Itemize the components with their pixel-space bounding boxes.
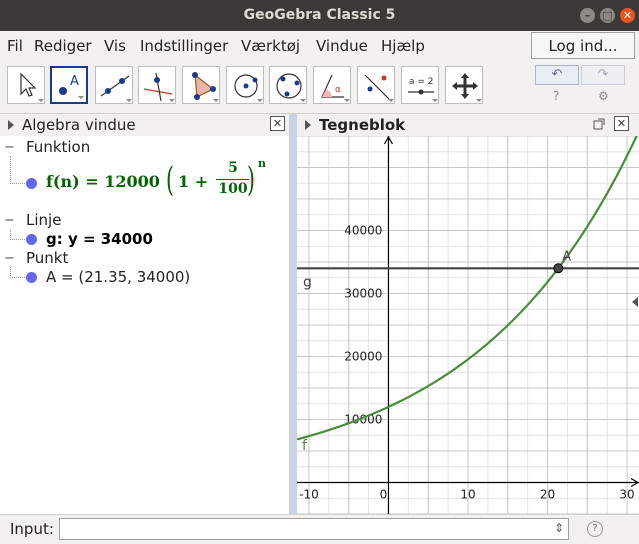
menu-rediger[interactable]: Rediger <box>34 37 92 55</box>
login-button[interactable]: Log ind... <box>531 32 635 59</box>
collapse-punkt-icon[interactable]: − <box>4 251 15 266</box>
graphics-view[interactable]: -10 0 10 20 30 10000 20000 30000 40000 f g A <box>297 136 639 514</box>
collapse-funktion-icon[interactable]: − <box>4 140 15 155</box>
menu-hjaelp[interactable]: Hjælp <box>381 37 425 55</box>
maximize-button[interactable]: □ <box>600 8 615 23</box>
side-panel-arrow-icon[interactable] <box>631 296 639 308</box>
x-tick-label: 20 <box>540 488 555 502</box>
tree-connector <box>10 267 25 278</box>
input-help-icon[interactable]: ? <box>587 521 603 537</box>
x-tick-label: -10 <box>299 488 319 502</box>
move-arrows-icon <box>452 73 482 102</box>
y-tick-label: 10000 <box>344 413 382 427</box>
window-titlebar: GeoGebra Classic 5 – □ ✕ <box>0 0 639 31</box>
collapse-arrow-icon[interactable] <box>303 119 313 131</box>
collapse-arrow-icon[interactable] <box>6 119 16 131</box>
algebra-item-g[interactable]: g: y = 34000 <box>46 230 153 248</box>
help-icon[interactable]: ? <box>553 89 559 103</box>
circle-three-points-icon <box>276 73 306 102</box>
history-dropdown-icon[interactable]: ⇕ <box>554 521 564 535</box>
slider-tool[interactable]: a = 2 <box>401 66 439 104</box>
tree-connector <box>10 229 25 240</box>
window-title: GeoGebra Classic 5 <box>243 7 396 23</box>
algebra-header: Algebra vindue ✕ <box>0 114 289 137</box>
category-funktion: Funktion <box>26 138 91 156</box>
label-f: f <box>302 438 308 454</box>
label-g: g <box>303 274 312 290</box>
menu-vindue[interactable]: Vindue <box>316 37 368 55</box>
close-algebra-icon[interactable]: ✕ <box>270 116 285 131</box>
y-tick-label: 20000 <box>344 350 382 364</box>
move-graphics-view-tool[interactable] <box>445 66 483 104</box>
svg-text:α: α <box>335 85 341 95</box>
visibility-toggle-A[interactable] <box>26 272 37 283</box>
cursor-arrow-icon <box>20 72 44 102</box>
line-tool[interactable] <box>95 66 133 104</box>
input-bar: Input: ⇕ ? <box>0 514 639 544</box>
collapse-linje-icon[interactable]: − <box>4 213 15 228</box>
polygon-tool[interactable] <box>182 66 220 104</box>
settings-icon[interactable]: ⚙ <box>598 89 609 103</box>
label-A: A <box>562 249 571 264</box>
redo-button[interactable]: ↷ <box>581 65 625 85</box>
y-tick-label: 40000 <box>344 224 382 238</box>
circle-center-icon <box>234 74 263 102</box>
menu-indstillinger[interactable]: Indstillinger <box>140 37 228 55</box>
algebra-item-A[interactable]: A = (21.35, 34000) <box>46 268 190 286</box>
angle-tool[interactable]: α <box>313 66 351 104</box>
x-tick-label: 30 <box>619 488 634 502</box>
close-button[interactable]: ✕ <box>620 8 635 23</box>
close-graphics-icon[interactable]: ✕ <box>614 116 629 131</box>
undo-button[interactable]: ↶ <box>535 65 579 85</box>
category-punkt: Punkt <box>26 249 69 267</box>
polygon-icon <box>192 72 219 102</box>
perpendicular-line-tool[interactable] <box>138 66 176 104</box>
reflect-icon <box>364 74 394 102</box>
visibility-toggle-f[interactable] <box>26 178 37 189</box>
input-label: Input: <box>10 520 54 538</box>
minimize-button[interactable]: – <box>580 8 595 23</box>
point-tool[interactable]: A <box>50 66 88 104</box>
algebra-title: Algebra vindue <box>22 116 136 134</box>
graphics-title: Tegneblok <box>319 116 406 134</box>
circle-three-points-tool[interactable] <box>269 66 307 104</box>
menu-vis[interactable]: Vis <box>104 37 126 55</box>
point-A <box>553 263 564 274</box>
svg-text:a = 2: a = 2 <box>409 77 434 87</box>
tree-connector <box>10 156 25 184</box>
point-icon: A <box>59 74 84 99</box>
panel-splitter[interactable] <box>289 114 297 514</box>
x-tick-label: 10 <box>460 488 475 502</box>
slider-icon: a = 2 <box>408 77 438 102</box>
move-tool[interactable] <box>7 66 45 104</box>
menu-vaerktoej[interactable]: Værktøj <box>241 37 300 55</box>
reflect-tool[interactable] <box>357 66 395 104</box>
visibility-toggle-g[interactable] <box>26 234 37 245</box>
line-icon <box>100 75 132 102</box>
graph-canvas[interactable]: -10 0 10 20 30 10000 20000 30000 40000 f g A <box>297 136 639 514</box>
y-tick-label: 30000 <box>344 287 382 301</box>
perpendicular-line-icon <box>143 72 175 102</box>
input-field[interactable]: ⇕ <box>59 518 569 540</box>
x-tick-label: 0 <box>380 488 388 502</box>
category-linje: Linje <box>26 211 62 229</box>
circle-center-point-tool[interactable] <box>226 66 264 104</box>
undock-icon[interactable] <box>593 118 605 130</box>
algebra-view: − Funktion f(n) = 12000 ( 1 + 5 100 ) n … <box>0 136 289 514</box>
graphics-header: Tegneblok ✕ <box>297 114 639 137</box>
angle-icon: α <box>321 74 350 102</box>
menu-fil[interactable]: Fil <box>7 37 23 55</box>
algebra-item-f[interactable]: f(n) = 12000 ( 1 + 5 100 ) n <box>46 157 286 204</box>
svg-text:A: A <box>70 74 79 89</box>
